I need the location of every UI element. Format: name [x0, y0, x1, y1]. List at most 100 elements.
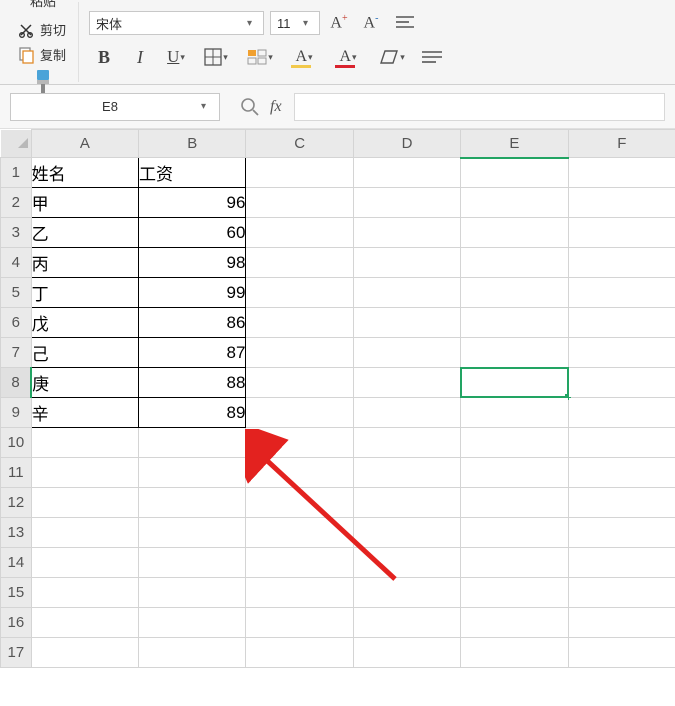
- cell[interactable]: [568, 338, 675, 368]
- cell[interactable]: [353, 368, 460, 398]
- cell[interactable]: [568, 368, 675, 398]
- underline-button[interactable]: U ▾: [163, 44, 189, 70]
- cell[interactable]: [246, 278, 353, 308]
- cell-A4[interactable]: 丙: [31, 248, 138, 278]
- cell[interactable]: [139, 518, 246, 548]
- font-color-button[interactable]: A ▾: [331, 44, 365, 70]
- font-name-select[interactable]: 宋体 ▾: [89, 11, 264, 35]
- cell[interactable]: [353, 488, 460, 518]
- cell[interactable]: [461, 278, 568, 308]
- cell[interactable]: [461, 638, 568, 668]
- cell[interactable]: [246, 578, 353, 608]
- align-button[interactable]: [390, 10, 420, 36]
- cell[interactable]: [461, 428, 568, 458]
- cell[interactable]: [246, 188, 353, 218]
- cell-B2[interactable]: 96: [139, 188, 246, 218]
- cell[interactable]: [353, 338, 460, 368]
- cell[interactable]: [353, 578, 460, 608]
- cell[interactable]: [568, 278, 675, 308]
- col-header-F[interactable]: F: [568, 130, 675, 158]
- cell[interactable]: [246, 458, 353, 488]
- cell-style-button[interactable]: ▾: [243, 44, 277, 70]
- row-header-9[interactable]: 9: [1, 398, 32, 428]
- cell[interactable]: [139, 428, 246, 458]
- cell[interactable]: [31, 518, 138, 548]
- cell-A7[interactable]: 己: [31, 338, 138, 368]
- cell[interactable]: [31, 428, 138, 458]
- cell[interactable]: [139, 638, 246, 668]
- cell[interactable]: [461, 608, 568, 638]
- cell[interactable]: [246, 548, 353, 578]
- cell[interactable]: [353, 518, 460, 548]
- col-header-D[interactable]: D: [353, 130, 460, 158]
- cell-B9[interactable]: 89: [139, 398, 246, 428]
- cell-B5[interactable]: 99: [139, 278, 246, 308]
- cell[interactable]: [353, 548, 460, 578]
- cell[interactable]: [353, 458, 460, 488]
- cell[interactable]: [353, 398, 460, 428]
- cell-B8[interactable]: 88: [139, 368, 246, 398]
- fill-color-button[interactable]: A ▾: [287, 44, 321, 70]
- cell[interactable]: [139, 488, 246, 518]
- row-header-11[interactable]: 11: [1, 458, 32, 488]
- cell[interactable]: [246, 638, 353, 668]
- cell[interactable]: [246, 608, 353, 638]
- cell[interactable]: [139, 578, 246, 608]
- cell-A2[interactable]: 甲: [31, 188, 138, 218]
- cell[interactable]: [461, 338, 568, 368]
- cell[interactable]: [246, 308, 353, 338]
- row-header-10[interactable]: 10: [1, 428, 32, 458]
- cell[interactable]: [461, 248, 568, 278]
- copy-button[interactable]: 复制: [18, 45, 68, 64]
- row-header-17[interactable]: 17: [1, 638, 32, 668]
- cell[interactable]: [461, 548, 568, 578]
- cell[interactable]: [353, 428, 460, 458]
- cell-A9[interactable]: 辛: [31, 398, 138, 428]
- cell[interactable]: [246, 518, 353, 548]
- cell[interactable]: [568, 188, 675, 218]
- cell-B3[interactable]: 60: [139, 218, 246, 248]
- cell[interactable]: [246, 398, 353, 428]
- cell-A6[interactable]: 戊: [31, 308, 138, 338]
- cell-C1[interactable]: [246, 158, 353, 188]
- cell[interactable]: [568, 518, 675, 548]
- cell[interactable]: [461, 398, 568, 428]
- cell-B1[interactable]: 工资: [139, 158, 246, 188]
- cell-D1[interactable]: [353, 158, 460, 188]
- row-header-5[interactable]: 5: [1, 278, 32, 308]
- cell[interactable]: [353, 608, 460, 638]
- cell[interactable]: [246, 338, 353, 368]
- cell-B7[interactable]: 87: [139, 338, 246, 368]
- cell[interactable]: [31, 578, 138, 608]
- cell-E1[interactable]: [461, 158, 568, 188]
- row-header-6[interactable]: 6: [1, 308, 32, 338]
- col-header-C[interactable]: C: [246, 130, 353, 158]
- cell[interactable]: [461, 308, 568, 338]
- cell[interactable]: [461, 188, 568, 218]
- cell[interactable]: [568, 608, 675, 638]
- zoom-icon[interactable]: [240, 97, 260, 117]
- cell[interactable]: [461, 458, 568, 488]
- cell[interactable]: [568, 308, 675, 338]
- row-header-14[interactable]: 14: [1, 548, 32, 578]
- cell[interactable]: [461, 488, 568, 518]
- worksheet-grid[interactable]: A B C D E F 1 姓名 工资 2 甲 96: [0, 129, 675, 668]
- cell[interactable]: [353, 308, 460, 338]
- paste-button[interactable]: 粘贴: [18, 0, 68, 16]
- cell[interactable]: [139, 548, 246, 578]
- row-header-8[interactable]: 8: [1, 368, 32, 398]
- cell[interactable]: [568, 248, 675, 278]
- increase-font-button[interactable]: A+: [326, 10, 352, 36]
- cell[interactable]: [568, 548, 675, 578]
- cell[interactable]: [246, 218, 353, 248]
- cell[interactable]: [568, 398, 675, 428]
- cut-button[interactable]: 剪切: [18, 20, 68, 39]
- cell-A8[interactable]: 庚: [31, 368, 138, 398]
- cell[interactable]: [139, 608, 246, 638]
- cell[interactable]: [246, 488, 353, 518]
- col-header-A[interactable]: A: [31, 130, 138, 158]
- formula-input[interactable]: [294, 93, 665, 121]
- cell[interactable]: [31, 458, 138, 488]
- bold-button[interactable]: B: [91, 44, 117, 70]
- cell[interactable]: [31, 548, 138, 578]
